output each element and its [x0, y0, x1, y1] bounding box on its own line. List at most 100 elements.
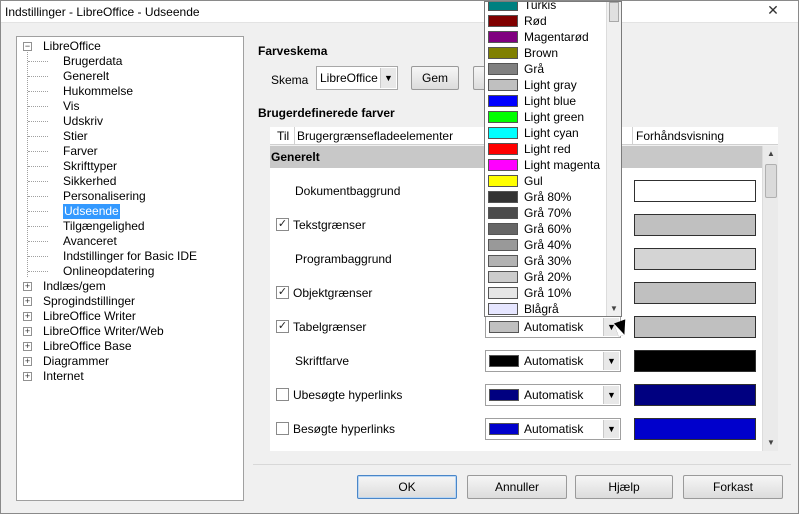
color-option[interactable]: Grå 80% — [485, 189, 607, 205]
tree-item-label: Vis — [63, 99, 80, 113]
color-select[interactable]: Automatisk ▼ — [485, 384, 621, 406]
color-option-label: Grå 30% — [524, 254, 572, 268]
color-option-label: Blågrå — [524, 302, 559, 316]
color-preview — [634, 316, 756, 338]
expand-icon[interactable]: + — [23, 297, 32, 306]
color-dropdown-list[interactable]: Turkis Rød Magentarød Brown Grå Light gray Lig… — [484, 1, 622, 317]
tree-item-label: Personalisering — [63, 189, 146, 203]
collapse-icon[interactable]: − — [23, 42, 32, 51]
tree-item-label: Sikkerhed — [63, 174, 117, 188]
color-select[interactable]: Automatisk ▼ — [485, 316, 621, 338]
color-option[interactable]: Grå 20% — [485, 269, 607, 285]
tree-connector — [27, 49, 28, 277]
scroll-down-icon[interactable]: ▼ — [763, 435, 779, 451]
color-swatch — [488, 15, 518, 27]
cancel-button[interactable]: Annuller — [467, 475, 567, 499]
dropdown-scrollbar[interactable]: ▼ — [606, 2, 621, 316]
expand-icon[interactable]: + — [23, 357, 32, 366]
tree-item-label: LibreOffice Writer — [43, 309, 136, 323]
color-option[interactable]: Gul — [485, 173, 607, 189]
help-button[interactable]: Hjælp — [575, 475, 673, 499]
color-swatch — [488, 271, 518, 283]
color-option-label: Turkis — [524, 1, 557, 12]
tree-connector — [28, 271, 48, 272]
tree-item-libreoffice[interactable]: − LibreOffice — [17, 39, 243, 54]
reset-button[interactable]: Forkast — [683, 475, 783, 499]
chevron-down-icon: ▼ — [603, 420, 619, 438]
color-option-label: Grå 20% — [524, 270, 572, 284]
close-icon[interactable]: ✕ — [751, 1, 795, 20]
color-option-label: Grå 60% — [524, 222, 572, 236]
color-preview — [634, 214, 756, 236]
expand-icon[interactable]: + — [23, 312, 32, 321]
color-option[interactable]: Grå 10% — [485, 285, 607, 301]
scroll-down-icon[interactable]: ▼ — [607, 302, 621, 316]
tree-connector — [28, 181, 48, 182]
col-on: Til — [277, 129, 290, 143]
color-option[interactable]: Grå 40% — [485, 237, 607, 253]
expand-icon[interactable]: + — [23, 282, 32, 291]
tree-item-label: LibreOffice Writer/Web — [43, 324, 164, 338]
scroll-up-icon[interactable]: ▲ — [763, 146, 779, 162]
color-option[interactable]: Turkis — [485, 1, 607, 13]
ok-button[interactable]: OK — [357, 475, 457, 499]
enable-checkbox[interactable]: ✓ — [276, 218, 289, 231]
color-select[interactable]: Automatisk ▼ — [485, 350, 621, 372]
color-option[interactable]: Light cyan — [485, 125, 607, 141]
tree-item-label: Sprogindstillinger — [43, 294, 136, 308]
col-separator — [632, 127, 633, 145]
expand-icon[interactable]: + — [23, 327, 32, 336]
color-select[interactable]: Automatisk ▼ — [485, 418, 621, 440]
color-swatch — [488, 255, 518, 267]
tree-connector — [28, 256, 48, 257]
expand-icon[interactable]: + — [23, 342, 32, 351]
scheme-select[interactable]: LibreOffice ▼ — [316, 66, 398, 90]
tree-connector — [28, 166, 48, 167]
color-option[interactable]: Rød — [485, 13, 607, 29]
tree-connector — [28, 121, 48, 122]
options-tree[interactable]: − LibreOffice Brugerdata Generelt Hukommel… — [16, 36, 244, 501]
color-swatch — [488, 79, 518, 91]
element-label: Objektgrænser — [293, 286, 373, 300]
color-swatch — [488, 111, 518, 123]
element-label: Ubesøgte hyperlinks — [293, 388, 403, 402]
color-option-label: Light magenta — [524, 158, 601, 172]
color-option[interactable]: Light red — [485, 141, 607, 157]
color-option[interactable]: Blågrå — [485, 301, 607, 316]
tree-item-label: Onlineopdatering — [63, 264, 155, 278]
color-option[interactable]: Grå 70% — [485, 205, 607, 221]
color-option[interactable]: Grå 60% — [485, 221, 607, 237]
enable-checkbox[interactable] — [276, 422, 289, 435]
window-title: Indstillinger - LibreOffice - Udseende — [5, 5, 200, 19]
color-option[interactable]: Light magenta — [485, 157, 607, 173]
expand-icon[interactable]: + — [23, 372, 32, 381]
color-option[interactable]: Magentarød — [485, 29, 607, 45]
tree-item-label: Udseende — [63, 204, 120, 219]
color-option-label: Magentarød — [524, 30, 589, 44]
color-option-label: Brown — [524, 46, 559, 60]
color-swatch — [488, 31, 518, 43]
tree-item-label: LibreOffice Base — [43, 339, 132, 353]
color-option[interactable]: Light green — [485, 109, 607, 125]
color-swatch — [489, 389, 519, 401]
enable-checkbox[interactable]: ✓ — [276, 286, 289, 299]
enable-checkbox[interactable] — [276, 388, 289, 401]
color-swatch — [488, 47, 518, 59]
scroll-thumb[interactable] — [765, 164, 777, 198]
color-option-label: Grå — [524, 62, 545, 76]
scroll-thumb[interactable] — [609, 2, 619, 22]
color-option[interactable]: Grå 30% — [485, 253, 607, 269]
color-option[interactable]: Brown — [485, 45, 607, 61]
save-scheme-button[interactable]: Gem — [411, 66, 459, 90]
enable-checkbox[interactable]: ✓ — [276, 320, 289, 333]
tree-connector — [28, 136, 48, 137]
color-swatch — [488, 287, 518, 299]
color-option[interactable]: Light gray — [485, 77, 607, 93]
color-option[interactable]: Grå — [485, 61, 607, 77]
color-swatch — [488, 223, 518, 235]
tree-item-label: Avanceret — [63, 234, 117, 248]
color-select-value: Automatisk — [524, 388, 584, 402]
table-scrollbar[interactable]: ▲ ▼ — [762, 146, 778, 451]
color-option[interactable]: Light blue — [485, 93, 607, 109]
color-preview — [634, 248, 756, 270]
